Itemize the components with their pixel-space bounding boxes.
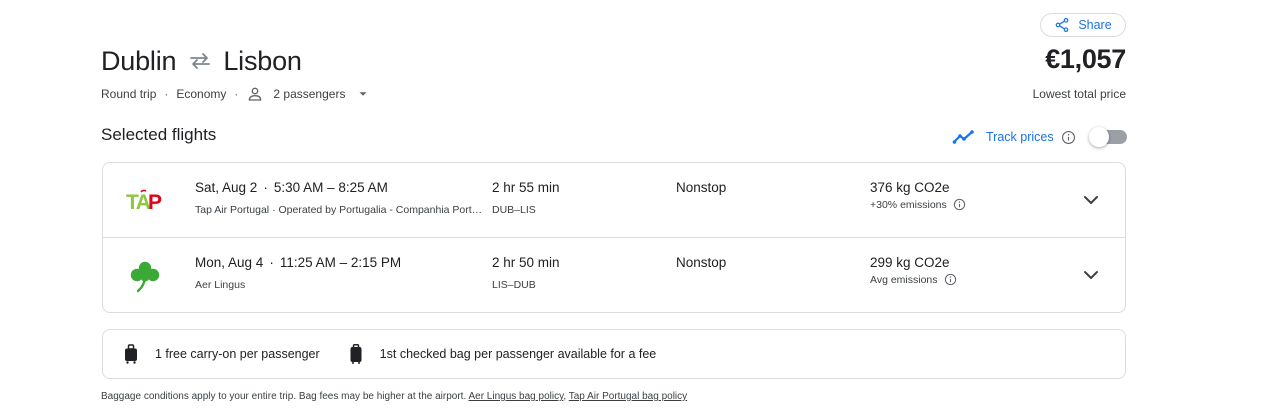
flight-row-return[interactable]: Mon, Aug 4 · 11:25 AM – 2:15 PM Aer Lingus… [103,238,1125,313]
emissions-info: Avg emissions [870,273,957,286]
trending-up-icon [952,130,974,144]
toggle-knob [1088,127,1109,147]
flight-row-outbound[interactable]: TA P Sat, Aug 2 · 5:30 AM – 8:25 AM Tap Ai… [103,163,1125,238]
baggage-conditions-text: Baggage conditions apply to your entire … [101,391,467,402]
flight-time: Sat, Aug 2 · 5:30 AM – 8:25 AM [195,180,388,195]
passengers-selector[interactable]: 2 passengers [246,85,370,103]
passengers-label: 2 passengers [273,87,346,101]
flight-date: Sat, Aug 2 [195,180,258,195]
separator-dot: · [234,87,239,101]
swap-arrows-icon [190,53,211,69]
baggage-footer: Baggage conditions apply to your entire … [101,391,687,402]
selected-flights-card: TA P Sat, Aug 2 · 5:30 AM – 8:25 AM Tap Ai… [102,162,1126,313]
flight-times: 5:30 AM – 8:25 AM [273,180,388,195]
flight-stops: Nonstop [676,180,727,195]
person-icon [249,87,262,101]
operated-by: · Operated by Portugalia - Companhia Por… [272,204,483,216]
track-prices-toggle[interactable] [1088,127,1127,147]
route-header: Dublin Lisbon [101,44,302,78]
tap-air-portugal-logo: TA P [126,189,162,213]
carry-on-bag-icon [125,344,137,364]
flight-co2: 299 kg CO2e [870,255,950,270]
svg-text:P: P [148,191,162,213]
flight-time: Mon, Aug 4 · 11:25 AM – 2:15 PM [195,255,401,270]
chevron-down-icon[interactable] [1079,188,1103,212]
checked-bag-icon [350,344,362,364]
origin-city: Dublin [101,45,177,76]
flight-airports: DUB–LIS [492,204,536,216]
share-button[interactable]: Share [1040,13,1126,37]
share-icon [1055,18,1069,32]
aer-lingus-logo [125,258,165,294]
track-prices: Track prices [952,126,1127,148]
caret-down-icon [359,92,367,96]
checked-bag-label: 1st checked bag per passenger available … [379,347,657,361]
footer-comma: , [563,391,567,402]
track-prices-label: Track prices [986,130,1054,144]
emissions-label: Avg emissions [870,273,938,286]
shamrock-logo [130,261,160,293]
info-icon[interactable] [1061,130,1076,145]
tap-bag-policy-link[interactable]: Tap Air Portugal bag policy [569,391,687,402]
flight-times: 11:25 AM – 2:15 PM [279,255,402,270]
airline-info: Aer Lingus [195,279,483,291]
total-price: €1,057 [1045,44,1126,74]
trip-meta: Round trip · Economy · 2 passengers [101,85,370,103]
flight-duration: 2 hr 50 min [492,255,560,270]
baggage-info: 1 free carry-on per passenger 1st checke… [102,329,1126,379]
trip-type: Round trip [101,87,157,101]
carry-on-label: 1 free carry-on per passenger [155,347,320,361]
selected-flights-title: Selected flights [101,125,217,144]
info-icon[interactable] [953,198,966,211]
carry-on-info: 1 free carry-on per passenger [123,344,320,364]
flight-duration: 2 hr 55 min [492,180,560,195]
cabin-class: Economy [176,87,227,101]
checked-bag-info: 1st checked bag per passenger available … [348,344,657,364]
airline-info: Tap Air Portugal · Operated by Portugali… [195,204,483,216]
chevron-down-icon[interactable] [1079,263,1103,287]
airline-name: Tap Air Portugal [195,204,270,216]
separator-dot: · [269,255,274,270]
airline-name: Aer Lingus [195,279,246,291]
tap-logo: TA P [125,183,165,219]
flight-co2: 376 kg CO2e [870,180,950,195]
destination-city: Lisbon [223,45,302,76]
emissions-info: +30% emissions [870,198,966,211]
emissions-label: +30% emissions [870,198,947,211]
share-label: Share [1078,18,1112,32]
separator-dot: · [263,180,268,195]
price-label: Lowest total price [1032,87,1126,101]
flight-date: Mon, Aug 4 [195,255,264,270]
aer-lingus-bag-policy-link[interactable]: Aer Lingus bag policy [468,391,563,402]
flight-airports: LIS–DUB [492,279,536,291]
info-icon[interactable] [944,273,957,286]
flight-stops: Nonstop [676,255,727,270]
separator-dot: · [164,87,169,101]
